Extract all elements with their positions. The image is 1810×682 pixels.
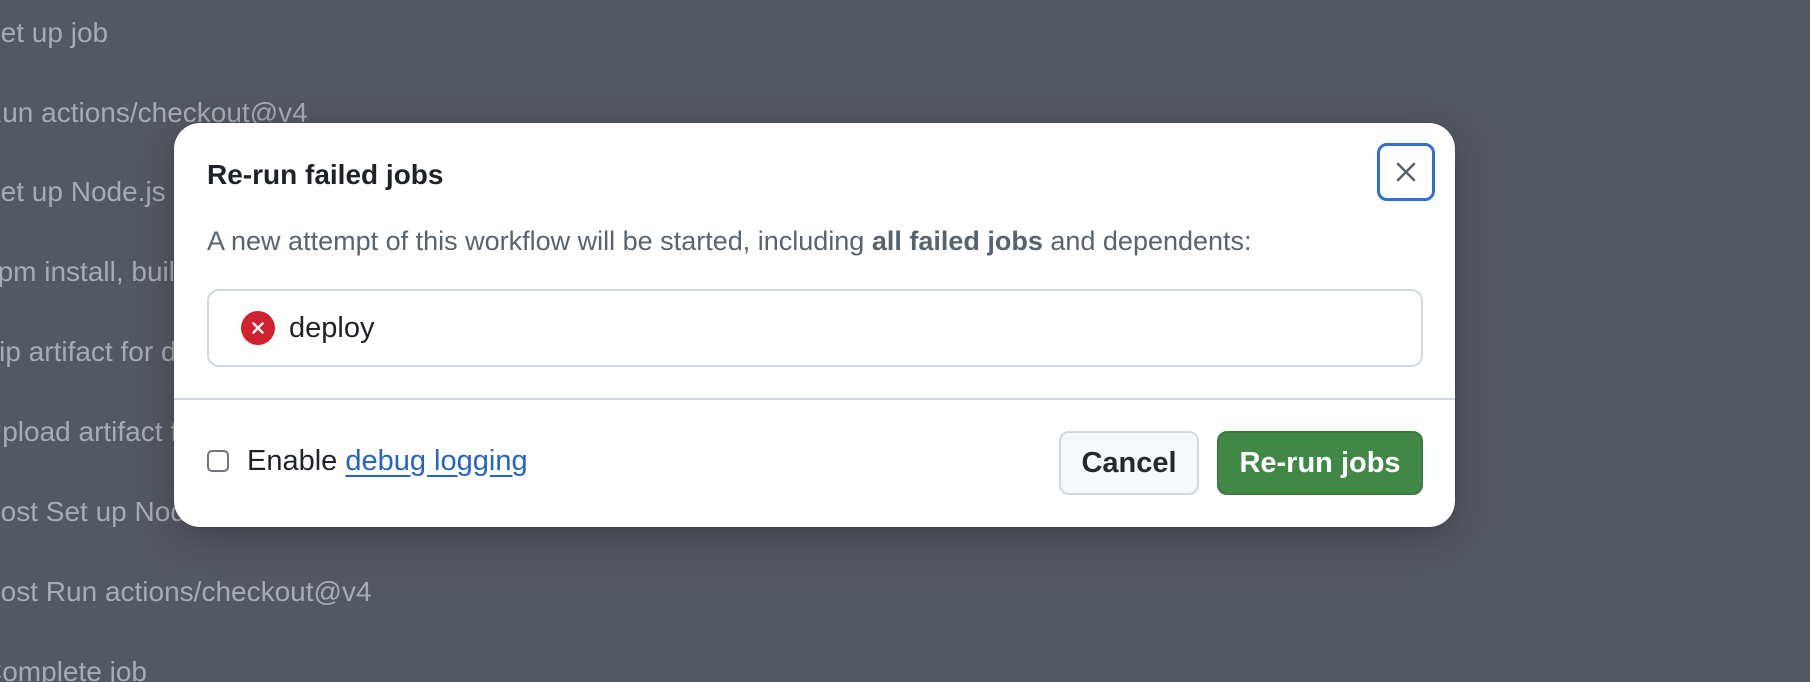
description-prefix: A new attempt of this workflow will be s…	[207, 226, 872, 256]
dialog-description: A new attempt of this workflow will be s…	[207, 223, 1252, 259]
step-npm-install: npm install, buil	[0, 256, 175, 287]
description-suffix: and dependents:	[1042, 226, 1252, 256]
x-circle-fill-icon	[241, 311, 275, 345]
failed-job-list: deploy	[207, 289, 1423, 367]
debug-logging-label: Enable debug logging	[247, 445, 528, 478]
step-zip-artifact: Zip artifact for d	[0, 336, 177, 367]
debug-label-prefix: Enable	[247, 444, 346, 477]
debug-logging-checkbox[interactable]	[207, 450, 229, 472]
step-complete-job: Complete job	[0, 656, 147, 682]
rerun-jobs-button[interactable]: Re-run jobs	[1217, 431, 1423, 495]
step-post-set-up-node: Post Set up Nod	[0, 496, 186, 527]
cancel-button[interactable]: Cancel	[1059, 431, 1199, 495]
debug-logging-option: Enable debug logging	[207, 441, 528, 481]
job-name: deploy	[289, 311, 375, 344]
rerun-failed-jobs-dialog: Re-run failed jobs A new attempt of this…	[174, 123, 1455, 527]
step-set-up-node: Set up Node.js v	[0, 176, 188, 207]
dialog-divider	[174, 398, 1455, 400]
step-upload-artifact: Upload artifact f	[0, 416, 179, 447]
debug-logging-link[interactable]: debug logging	[345, 445, 527, 477]
dialog-title: Re-run failed jobs	[207, 159, 444, 190]
step-set-up-job: Set up job	[0, 17, 109, 48]
close-button[interactable]	[1377, 143, 1435, 201]
x-icon	[1396, 162, 1416, 182]
step-post-run-checkout: Post Run actions/checkout@v4	[0, 576, 372, 607]
description-emphasis: all failed jobs	[871, 226, 1043, 256]
list-item: deploy	[241, 291, 374, 365]
